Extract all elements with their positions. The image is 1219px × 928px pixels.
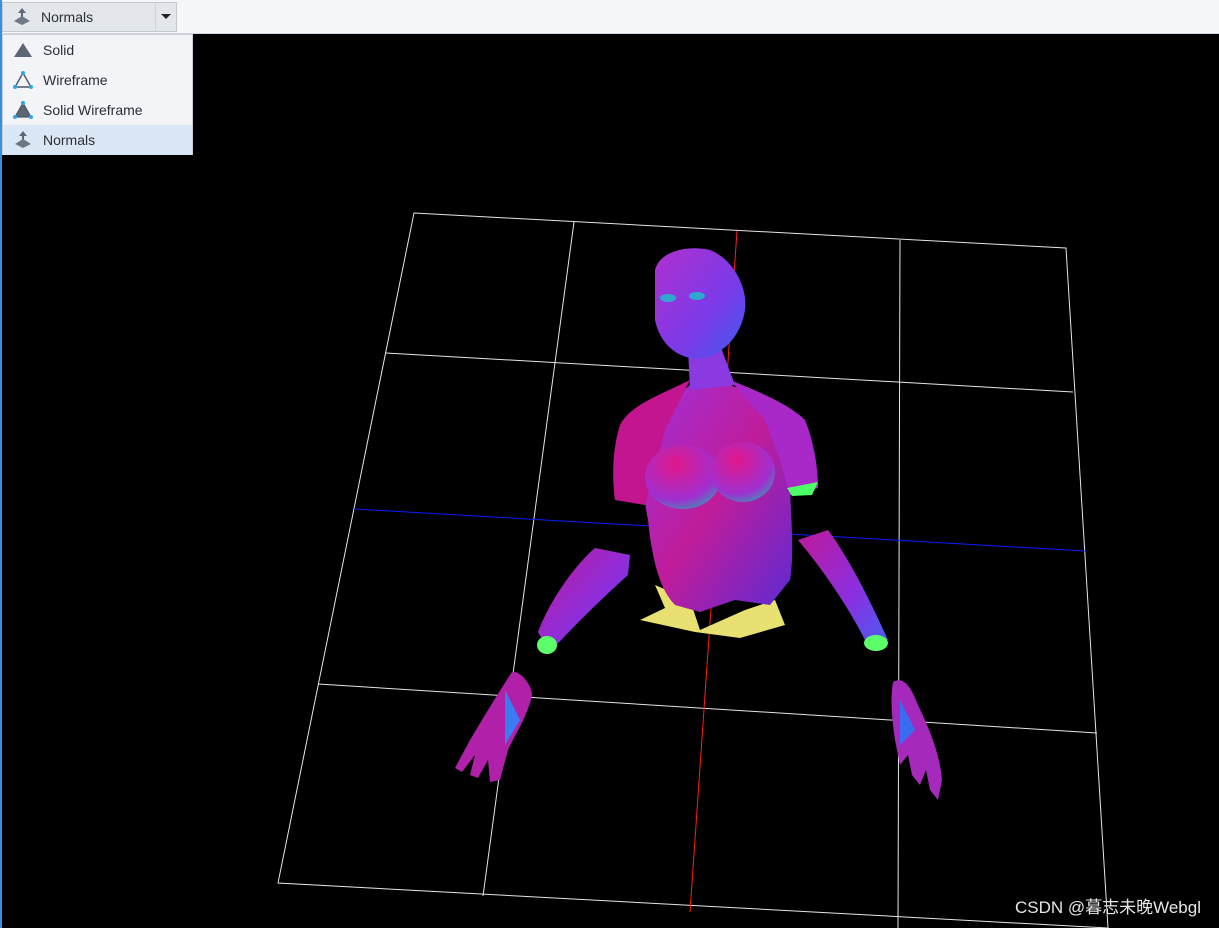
3d-viewport[interactable]: CSDN @暮志未晚Webgl [2,35,1219,928]
toolbar: Normals [0,0,1219,928]
shading-mode-selected-label: Normals [41,9,94,25]
3d-model [455,248,942,800]
dropdown-separator [155,3,156,31]
menu-item-label: Solid Wireframe [43,102,143,118]
normals-icon [11,6,33,28]
wireframe-triangle-icon [12,69,34,91]
scene-canvas[interactable] [2,35,1219,928]
menu-item-wireframe[interactable]: Wireframe [3,65,192,95]
menu-item-solid[interactable]: Solid [3,35,192,65]
menu-item-label: Solid [43,42,75,58]
menu-item-normals[interactable]: Normals [3,125,192,155]
chevron-down-icon[interactable] [161,14,171,19]
menu-item-solid-wireframe[interactable]: Solid Wireframe [3,95,192,125]
shading-mode-combobox[interactable]: Normals [2,2,177,32]
solid-wireframe-triangle-icon [12,99,34,121]
menu-item-label: Wireframe [43,72,108,88]
menu-item-label: Normals [43,132,96,148]
shading-mode-dropdown-menu: Solid Wireframe Solid Wireframe Normals [2,34,193,155]
normals-icon [12,129,34,151]
watermark-text: CSDN @暮志未晚Webgl [1014,898,1201,917]
solid-triangle-icon [12,39,34,61]
